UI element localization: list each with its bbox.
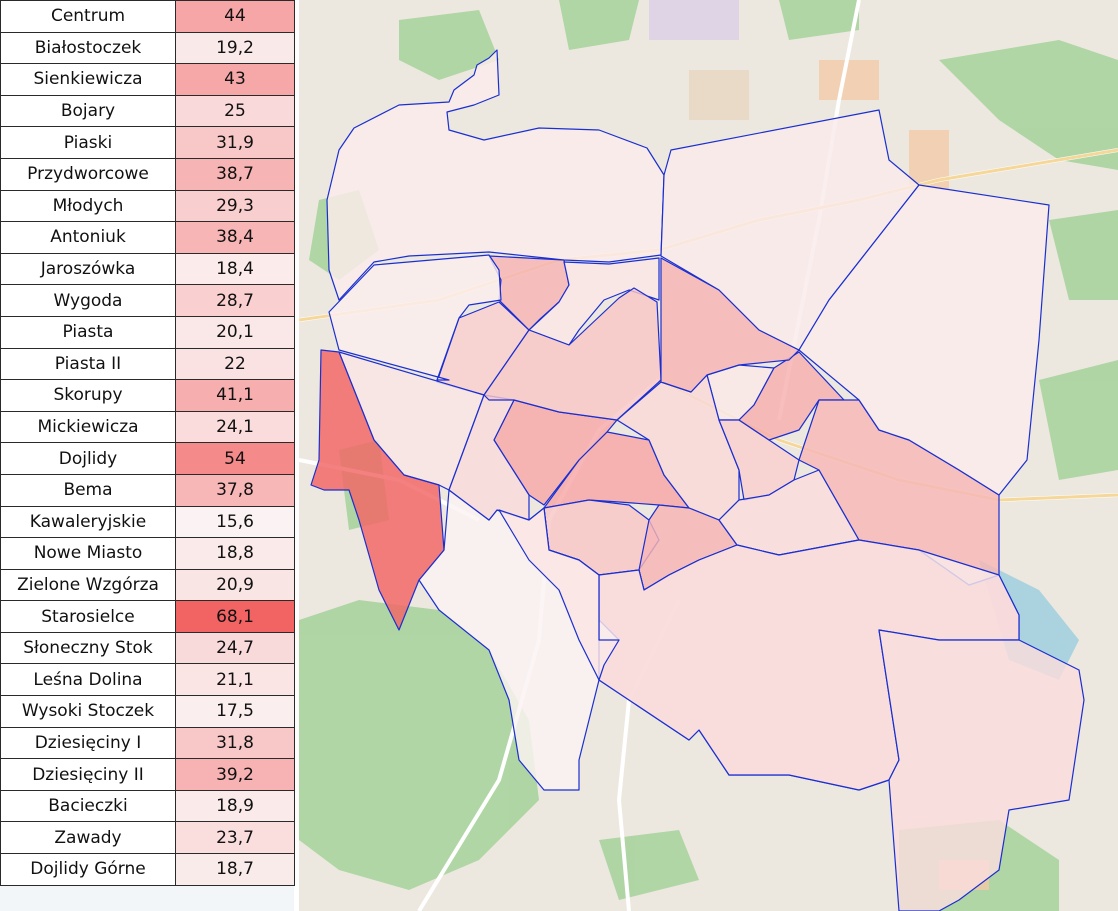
table-row: Zielone Wzgórza 20,9 <box>0 568 295 602</box>
table-row: Piasta 20,1 <box>0 315 295 349</box>
district-value-cell: 18,7 <box>175 853 295 886</box>
district-table: Centrum 44 Białostoczek 19,2 Sienkiewicza 43 B… <box>0 0 295 886</box>
district-value-cell: 44 <box>175 0 295 33</box>
district-value-cell: 41,1 <box>175 379 295 412</box>
district-value-cell: 21,1 <box>175 663 295 697</box>
map-canvas[interactable] <box>299 0 1118 911</box>
district-value-cell: 24,7 <box>175 631 295 665</box>
district-value-cell: 38,4 <box>175 221 295 254</box>
district-name-cell: Bacieczki <box>0 789 176 823</box>
table-row: Młodych 29,3 <box>0 189 295 223</box>
district-name-cell: Wysoki Stoczek <box>0 695 176 728</box>
district-name-cell: Dziesięciny I <box>0 726 176 760</box>
district-value-cell: 29,3 <box>175 189 295 223</box>
table-row: Mickiewicza 24,1 <box>0 410 295 444</box>
district-name-cell: Sienkiewicza <box>0 63 176 96</box>
table-row: Białostoczek 19,2 <box>0 31 295 65</box>
table-row: Sienkiewicza 43 <box>0 63 295 96</box>
table-row: Centrum 44 <box>0 0 295 33</box>
district-value-cell: 18,4 <box>175 252 295 286</box>
district-name-cell: Piaski <box>0 126 176 159</box>
table-row: Dojlidy 54 <box>0 442 295 475</box>
district-value-cell: 28,7 <box>175 284 295 317</box>
district-value-cell: 25 <box>175 94 295 128</box>
table-row: Bacieczki 18,9 <box>0 789 295 823</box>
table-row: Piasta II 22 <box>0 347 295 381</box>
district-name-cell: Nowe Miasto <box>0 537 176 570</box>
district-name-cell: Zawady <box>0 821 176 855</box>
table-row: Wysoki Stoczek 17,5 <box>0 695 295 728</box>
district-table-panel: Centrum 44 Białostoczek 19,2 Sienkiewicza 43 B… <box>0 0 295 911</box>
district-value-cell: 20,1 <box>175 315 295 349</box>
district-name-cell: Dziesięciny II <box>0 758 176 791</box>
district-name-cell: Młodych <box>0 189 176 223</box>
district-name-cell: Białostoczek <box>0 31 176 65</box>
table-row: Kawaleryjskie 15,6 <box>0 505 295 539</box>
district-value-cell: 15,6 <box>175 505 295 539</box>
table-row: Dojlidy Górne 18,7 <box>0 853 295 886</box>
district-value-cell: 54 <box>175 442 295 475</box>
table-row: Leśna Dolina 21,1 <box>0 663 295 697</box>
district-value-cell: 23,7 <box>175 821 295 855</box>
district-name-cell: Centrum <box>0 0 176 33</box>
table-row: Przydworcowe 38,7 <box>0 157 295 191</box>
district-name-cell: Piasta <box>0 315 176 349</box>
district-value-cell: 20,9 <box>175 568 295 602</box>
table-row: Starosielce 68,1 <box>0 600 295 633</box>
district-name-cell: Dojlidy <box>0 442 176 475</box>
table-row: Bema 37,8 <box>0 473 295 507</box>
district-name-cell: Bojary <box>0 94 176 128</box>
district-value-cell: 31,8 <box>175 726 295 760</box>
district-name-cell: Dojlidy Górne <box>0 853 176 886</box>
district-name-cell: Słoneczny Stok <box>0 631 176 665</box>
district-name-cell: Leśna Dolina <box>0 663 176 697</box>
table-row: Nowe Miasto 18,8 <box>0 537 295 570</box>
district-name-cell: Jaroszówka <box>0 252 176 286</box>
district-name-cell: Piasta II <box>0 347 176 381</box>
table-row: Skorupy 41,1 <box>0 379 295 412</box>
table-row: Antoniuk 38,4 <box>0 221 295 254</box>
choropleth-map[interactable] <box>299 0 1118 911</box>
district-value-cell: 24,1 <box>175 410 295 444</box>
district-value-cell: 18,8 <box>175 537 295 570</box>
table-row: Zawady 23,7 <box>0 821 295 855</box>
table-row: Bojary 25 <box>0 94 295 128</box>
district-name-cell: Antoniuk <box>0 221 176 254</box>
table-row: Jaroszówka 18,4 <box>0 252 295 286</box>
table-row: Dziesięciny I 31,8 <box>0 726 295 760</box>
district-value-cell: 17,5 <box>175 695 295 728</box>
district-name-cell: Starosielce <box>0 600 176 633</box>
district-value-cell: 38,7 <box>175 157 295 191</box>
district-name-cell: Przydworcowe <box>0 157 176 191</box>
district-value-cell: 31,9 <box>175 126 295 159</box>
district-value-cell: 68,1 <box>175 600 295 633</box>
table-row: Wygoda 28,7 <box>0 284 295 317</box>
district-name-cell: Skorupy <box>0 379 176 412</box>
district-value-cell: 18,9 <box>175 789 295 823</box>
district-value-cell: 19,2 <box>175 31 295 65</box>
table-row: Słoneczny Stok 24,7 <box>0 631 295 665</box>
district-value-cell: 37,8 <box>175 473 295 507</box>
district-name-cell: Bema <box>0 473 176 507</box>
table-row: Dziesięciny II 39,2 <box>0 758 295 791</box>
district-name-cell: Mickiewicza <box>0 410 176 444</box>
district-name-cell: Wygoda <box>0 284 176 317</box>
table-row: Piaski 31,9 <box>0 126 295 159</box>
district-name-cell: Zielone Wzgórza <box>0 568 176 602</box>
district-value-cell: 22 <box>175 347 295 381</box>
district-name-cell: Kawaleryjskie <box>0 505 176 539</box>
district-value-cell: 39,2 <box>175 758 295 791</box>
district-value-cell: 43 <box>175 63 295 96</box>
